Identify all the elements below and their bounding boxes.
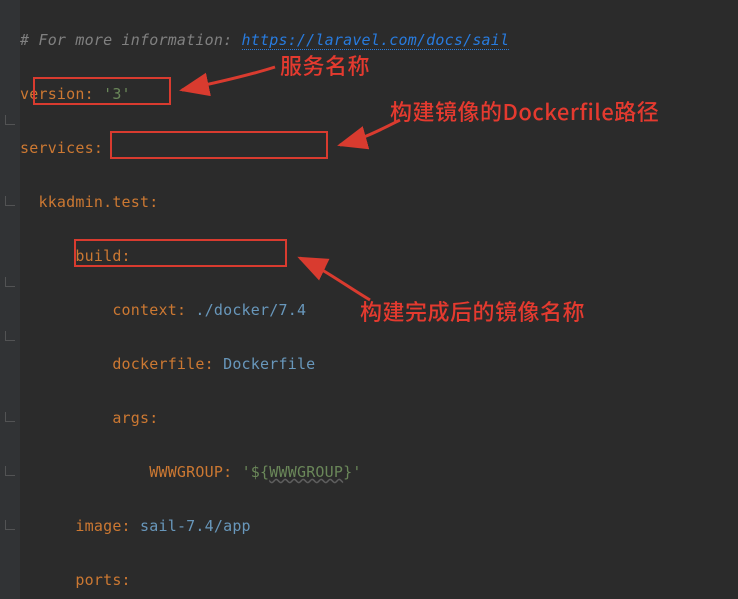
code-line: dockerfile: Dockerfile: [20, 351, 738, 378]
fold-marker[interactable]: [5, 412, 15, 422]
code-line: ports:: [20, 567, 738, 594]
annotation-image: 构建完成后的镜像名称: [360, 298, 585, 325]
fold-marker[interactable]: [5, 277, 15, 287]
comment-prefix: # For more information:: [20, 31, 242, 49]
code-line: kkadmin.test:: [20, 189, 738, 216]
fold-marker[interactable]: [5, 331, 15, 341]
code-line: # For more information: https://laravel.…: [20, 27, 738, 54]
code-line: WWWGROUP: '${WWWGROUP}': [20, 459, 738, 486]
context-key: context: [112, 301, 177, 319]
fold-marker[interactable]: [5, 520, 15, 530]
code-line: image: sail-7.4/app: [20, 513, 738, 540]
fold-marker[interactable]: [5, 196, 15, 206]
fold-marker[interactable]: [5, 466, 15, 476]
annotation-context: 构建镜像的Dockerfile路径: [390, 98, 659, 125]
gutter: [0, 0, 20, 599]
service-name-key: kkadmin.test: [38, 193, 149, 211]
annotation-service: 服务名称: [280, 52, 370, 79]
code-line: args:: [20, 405, 738, 432]
code-line: build:: [20, 243, 738, 270]
image-key: image: [75, 517, 121, 535]
fold-marker[interactable]: [5, 115, 15, 125]
code-line: services:: [20, 135, 738, 162]
doc-url[interactable]: https://laravel.com/docs/sail: [242, 31, 510, 50]
